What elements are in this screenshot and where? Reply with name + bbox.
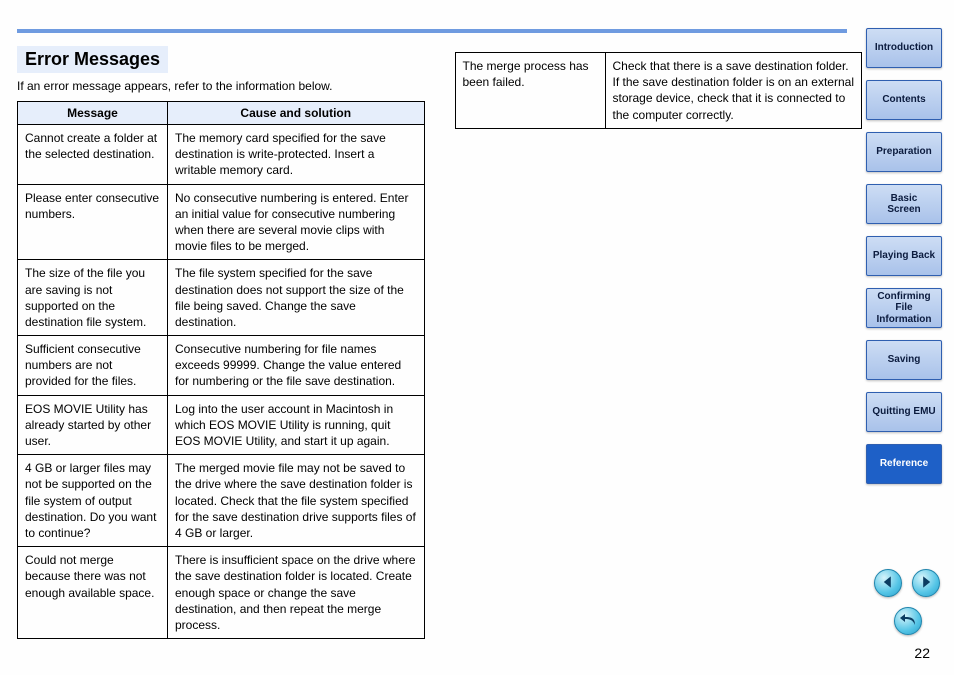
col-header-cause: Cause and solution (168, 102, 425, 125)
table-row: Cannot create a folder at the selected d… (18, 125, 425, 185)
header-rule (17, 29, 847, 33)
cell-message: Sufficient consecutive numbers are not p… (18, 336, 168, 396)
cell-message: The size of the file you are saving is n… (18, 260, 168, 336)
page-number: 22 (914, 645, 930, 661)
arrow-left-icon (881, 575, 895, 592)
nav-button-quitting-emu[interactable]: Quitting EMU (866, 392, 942, 432)
pager (874, 569, 940, 597)
cell-cause: The file system specified for the save d… (168, 260, 425, 336)
cell-cause: Log into the user account in Macintosh i… (168, 395, 425, 455)
cell-message: Please enter consecutive numbers. (18, 184, 168, 260)
error-table-continued: The merge process has been failed.Check … (455, 52, 863, 129)
next-page-button[interactable] (912, 569, 940, 597)
sidebar-nav: Introduction Contents Preparation BasicScre… (866, 28, 942, 484)
cell-message: 4 GB or larger files may not be supporte… (18, 455, 168, 547)
nav-button-reference[interactable]: Reference (866, 444, 942, 484)
nav-button-introduction[interactable]: Introduction (866, 28, 942, 68)
table-row: EOS MOVIE Utility has already started by… (18, 395, 425, 455)
left-column: Error Messages If an error message appea… (17, 46, 425, 639)
cell-cause: Consecutive numbering for file names exc… (168, 336, 425, 396)
section-title: Error Messages (17, 46, 168, 73)
right-column: The merge process has been failed.Check … (455, 46, 863, 639)
return-icon (900, 613, 916, 630)
cell-cause: The memory card specified for the save d… (168, 125, 425, 185)
nav-button-confirming-file-information[interactable]: Confirming FileInformation (866, 288, 942, 328)
intro-text: If an error message appears, refer to th… (17, 79, 425, 93)
table-row: The merge process has been failed.Check … (455, 53, 862, 129)
table-row: Sufficient consecutive numbers are not p… (18, 336, 425, 396)
cell-cause: No consecutive numbering is entered. Ent… (168, 184, 425, 260)
nav-button-playing-back[interactable]: Playing Back (866, 236, 942, 276)
table-row: Please enter consecutive numbers.No cons… (18, 184, 425, 260)
table-row: The size of the file you are saving is n… (18, 260, 425, 336)
cell-cause: There is insufficient space on the drive… (168, 547, 425, 639)
cell-message: Cannot create a folder at the selected d… (18, 125, 168, 185)
cell-message: EOS MOVIE Utility has already started by… (18, 395, 168, 455)
nav-button-saving[interactable]: Saving (866, 340, 942, 380)
page-content: Error Messages If an error message appea… (17, 46, 862, 639)
cell-cause: Check that there is a save destination f… (605, 53, 862, 129)
nav-button-contents[interactable]: Contents (866, 80, 942, 120)
table-row: Could not merge because there was not en… (18, 547, 425, 639)
nav-button-basic-screen[interactable]: BasicScreen (866, 184, 942, 224)
cell-message: The merge process has been failed. (455, 53, 605, 129)
col-header-message: Message (18, 102, 168, 125)
nav-button-preparation[interactable]: Preparation (866, 132, 942, 172)
prev-page-button[interactable] (874, 569, 902, 597)
return-button[interactable] (894, 607, 922, 635)
table-row: 4 GB or larger files may not be supporte… (18, 455, 425, 547)
cell-cause: The merged movie file may not be saved t… (168, 455, 425, 547)
arrow-right-icon (919, 575, 933, 592)
cell-message: Could not merge because there was not en… (18, 547, 168, 639)
error-table: Message Cause and solution Cannot create… (17, 101, 425, 639)
